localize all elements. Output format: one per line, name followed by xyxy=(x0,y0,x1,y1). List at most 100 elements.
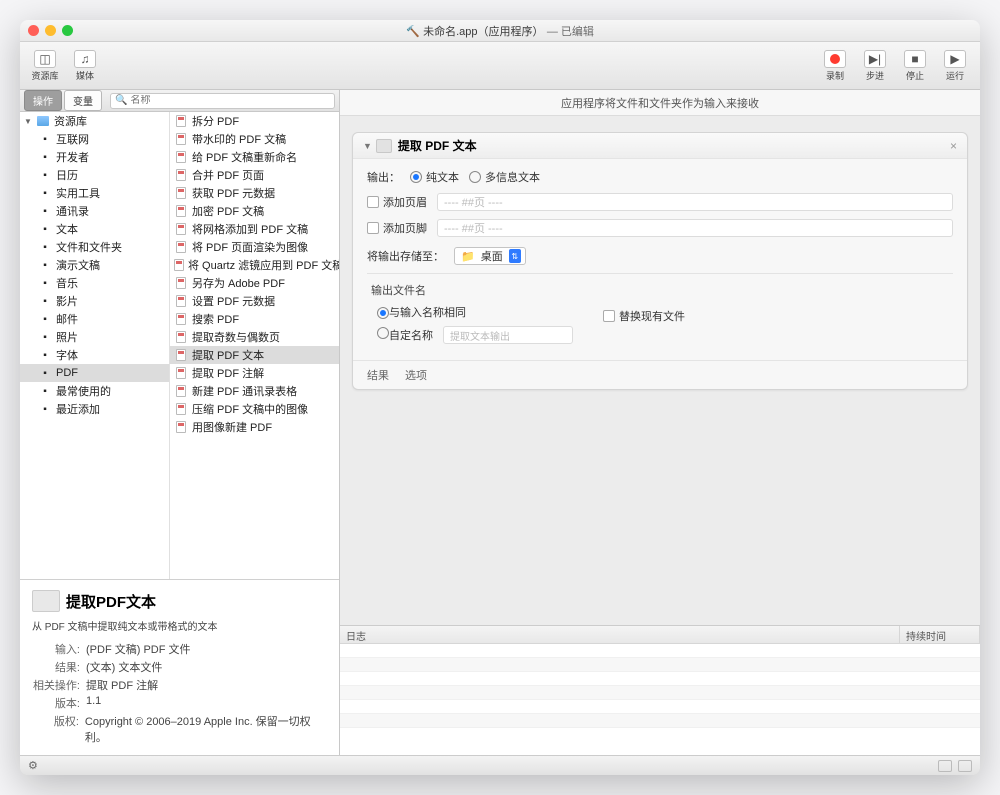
action-item[interactable]: 将 Quartz 滤镜应用到 PDF 文稿 xyxy=(170,256,339,274)
category-icon: ▪ xyxy=(38,132,52,146)
library-list[interactable]: ▼资源库▪互联网▪开发者▪日历▪实用工具▪通讯录▪文本▪文件和文件夹▪演示文稿▪… xyxy=(20,112,170,579)
library-button[interactable]: ◫资源库 xyxy=(28,49,62,83)
log-column-message[interactable]: 日志 xyxy=(340,626,900,643)
media-button[interactable]: ♫媒体 xyxy=(68,49,102,83)
chevron-down-icon: ▼ xyxy=(24,117,32,126)
footer-text-input[interactable]: ---- ##页 ---- xyxy=(437,219,953,237)
category-icon: ▪ xyxy=(38,348,52,362)
stop-button[interactable]: ■停止 xyxy=(898,49,932,83)
workflow-input-hint: 应用程序将文件和文件夹作为输入来接收 xyxy=(340,90,980,116)
pdf-icon xyxy=(174,420,188,434)
pdf-icon xyxy=(174,276,188,290)
checkbox-icon xyxy=(603,310,615,322)
automator-window: 🔨 未命名.app（应用程序） — 已编辑 ◫资源库♫媒体 录制▶|步进■停止▶… xyxy=(20,20,980,775)
category-icon: ▪ xyxy=(38,186,52,200)
tab-options[interactable]: 选项 xyxy=(405,367,427,383)
checkbox-icon xyxy=(367,222,379,234)
action-item[interactable]: 用图像新建 PDF xyxy=(170,418,339,436)
category-icon: ▪ xyxy=(38,222,52,236)
action-item[interactable]: 提取 PDF 文本 xyxy=(170,346,339,364)
pdf-icon xyxy=(174,312,188,326)
custom-name-input[interactable]: 提取文本输出 xyxy=(443,326,573,344)
window-title: 🔨 未命名.app（应用程序） — 已编辑 xyxy=(20,23,980,39)
media-button-icon: ♫ xyxy=(74,50,96,68)
checkbox-add-footer[interactable]: 添加页脚 xyxy=(367,220,427,236)
view-mode-flow-icon[interactable] xyxy=(958,760,972,772)
tab-results[interactable]: 结果 xyxy=(367,367,389,383)
actions-list[interactable]: 拆分 PDF带水印的 PDF 文稿给 PDF 文稿重新命名合并 PDF 页面获取… xyxy=(170,112,339,579)
pdf-icon xyxy=(174,114,188,128)
checkbox-add-header[interactable]: 添加页眉 xyxy=(367,194,427,210)
action-item[interactable]: 带水印的 PDF 文稿 xyxy=(170,130,339,148)
action-item[interactable]: 提取奇数与偶数页 xyxy=(170,328,339,346)
toolbar: ◫资源库♫媒体 录制▶|步进■停止▶运行 xyxy=(20,42,980,90)
category-icon: ▪ xyxy=(38,150,52,164)
workflow-pane: 应用程序将文件和文件夹作为输入来接收 ▼ 提取 PDF 文本 × 输出： 纯文本… xyxy=(340,90,980,755)
search-input[interactable] xyxy=(127,95,330,106)
library-item[interactable]: ▪文件和文件夹 xyxy=(20,238,169,256)
run-button[interactable]: ▶运行 xyxy=(938,49,972,83)
action-item[interactable]: 设置 PDF 元数据 xyxy=(170,292,339,310)
tab-variables[interactable]: 变量 xyxy=(64,90,102,111)
info-row: 版本:1.1 xyxy=(32,695,327,711)
disclosure-icon[interactable]: ▼ xyxy=(363,141,372,151)
log-column-duration[interactable]: 持续时间 xyxy=(900,626,980,643)
radio-rich-text[interactable]: 多信息文本 xyxy=(469,169,540,185)
pdf-icon xyxy=(174,402,188,416)
checkbox-icon xyxy=(367,196,379,208)
library-item[interactable]: ▪开发者 xyxy=(20,148,169,166)
info-row: 相关操作:提取 PDF 注解 xyxy=(32,677,327,693)
library-item[interactable]: ▪PDF xyxy=(20,364,169,382)
pdf-icon xyxy=(174,186,188,200)
library-item[interactable]: ▪文本 xyxy=(20,220,169,238)
library-item[interactable]: ▪照片 xyxy=(20,328,169,346)
action-item[interactable]: 将网格添加到 PDF 文稿 xyxy=(170,220,339,238)
checkbox-replace-existing[interactable]: 替换现有文件 xyxy=(603,308,685,324)
pdf-icon xyxy=(174,330,188,344)
library-item[interactable]: ▪最近添加 xyxy=(20,400,169,418)
radio-same-as-input[interactable]: 与输入名称相同 xyxy=(377,304,466,320)
gear-icon[interactable]: ⚙ xyxy=(28,759,38,772)
library-item[interactable]: ▪影片 xyxy=(20,292,169,310)
library-root[interactable]: ▼资源库 xyxy=(20,112,169,130)
action-item[interactable]: 合并 PDF 页面 xyxy=(170,166,339,184)
action-item[interactable]: 新建 PDF 通讯录表格 xyxy=(170,382,339,400)
record-button-icon xyxy=(824,50,846,68)
search-field[interactable]: 🔍 xyxy=(110,93,335,109)
library-item[interactable]: ▪演示文稿 xyxy=(20,256,169,274)
view-mode-list-icon[interactable] xyxy=(938,760,952,772)
stop-button-icon: ■ xyxy=(904,50,926,68)
pdf-icon xyxy=(174,366,188,380)
library-item[interactable]: ▪邮件 xyxy=(20,310,169,328)
action-item[interactable]: 获取 PDF 元数据 xyxy=(170,184,339,202)
category-icon: ▪ xyxy=(38,276,52,290)
library-item[interactable]: ▪实用工具 xyxy=(20,184,169,202)
pdf-icon xyxy=(174,258,184,272)
library-item[interactable]: ▪互联网 xyxy=(20,130,169,148)
folder-icon: 📁 xyxy=(461,250,475,263)
library-item[interactable]: ▪最常使用的 xyxy=(20,382,169,400)
tab-actions[interactable]: 操作 xyxy=(24,90,62,111)
action-item[interactable]: 将 PDF 页面渲染为图像 xyxy=(170,238,339,256)
action-item[interactable]: 提取 PDF 注解 xyxy=(170,364,339,382)
library-item[interactable]: ▪字体 xyxy=(20,346,169,364)
action-item[interactable]: 搜索 PDF xyxy=(170,310,339,328)
save-location-select[interactable]: 📁 桌面 ⇅ xyxy=(454,247,526,265)
radio-custom-name[interactable]: 自定名称 xyxy=(377,327,433,343)
action-item[interactable]: 给 PDF 文稿重新命名 xyxy=(170,148,339,166)
pdf-icon xyxy=(174,384,188,398)
action-item[interactable]: 另存为 Adobe PDF xyxy=(170,274,339,292)
record-button[interactable]: 录制 xyxy=(818,49,852,83)
library-item[interactable]: ▪音乐 xyxy=(20,274,169,292)
step-button[interactable]: ▶|步进 xyxy=(858,49,892,83)
library-item[interactable]: ▪日历 xyxy=(20,166,169,184)
action-item[interactable]: 压缩 PDF 文稿中的图像 xyxy=(170,400,339,418)
info-row: 结果:(文本) 文本文件 xyxy=(32,659,327,675)
header-text-input[interactable]: ---- ##页 ---- xyxy=(437,193,953,211)
radio-plain-text[interactable]: 纯文本 xyxy=(410,169,459,185)
action-item[interactable]: 拆分 PDF xyxy=(170,112,339,130)
action-item[interactable]: 加密 PDF 文稿 xyxy=(170,202,339,220)
library-item[interactable]: ▪通讯录 xyxy=(20,202,169,220)
remove-action-button[interactable]: × xyxy=(950,139,957,153)
library-pane: 操作 变量 🔍 ▼资源库▪互联网▪开发者▪日历▪实用工具▪通讯录▪文本▪文件和文… xyxy=(20,90,340,755)
